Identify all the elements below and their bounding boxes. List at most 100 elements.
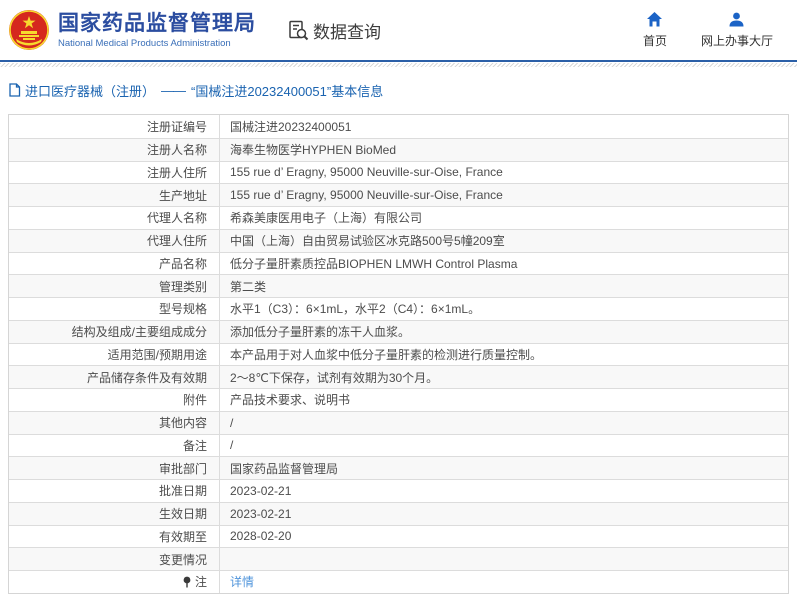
breadcrumb-title: “国械注进20232400051”基本信息 bbox=[191, 83, 384, 99]
row-label-text: 型号规格 bbox=[158, 302, 207, 317]
document-icon bbox=[9, 83, 21, 97]
row-label-text: 注册证编号 bbox=[146, 119, 207, 134]
row-label-text: 审批部门 bbox=[158, 461, 207, 476]
note-icon bbox=[182, 576, 192, 588]
row-label-text: 批准日期 bbox=[158, 484, 207, 499]
hatch-band bbox=[0, 63, 797, 67]
row-value: 2023-02-21 bbox=[219, 480, 788, 502]
row-value: 希森美康医用电子（上海）有限公司 bbox=[219, 207, 788, 229]
table-row: 备注 / bbox=[9, 433, 788, 457]
row-value: 低分子量肝素质控品BIOPHEN LMWH Control Plasma bbox=[219, 252, 788, 275]
table-row: 型号规格 水平1（C3）：6×1mL，水平2（C4）：6×1mL。 bbox=[9, 297, 788, 320]
row-label: 结构及组成/主要组成成分 bbox=[9, 321, 219, 343]
row-value: 第二类 bbox=[219, 275, 788, 297]
table-row: 代理人名称 希森美康医用电子（上海）有限公司 bbox=[9, 206, 788, 229]
row-label-text: 注册人名称 bbox=[146, 143, 207, 158]
row-label-text: 代理人住所 bbox=[146, 234, 207, 249]
row-value: / bbox=[219, 434, 788, 457]
row-label-text: 变更情况 bbox=[158, 552, 207, 567]
row-label-text: 适用范围/预期用途 bbox=[107, 347, 207, 362]
table-row: 代理人住所 中国（上海）自由贸易试验区冰克路500号5幢209室 bbox=[9, 228, 788, 252]
table-row: 产品名称 低分子量肝素质控品BIOPHEN LMWH Control Plasma bbox=[9, 251, 788, 275]
header-divider-line bbox=[0, 60, 797, 62]
breadcrumb-dash: —— bbox=[161, 82, 186, 98]
row-label-text: 产品储存条件及有效期 bbox=[86, 370, 207, 385]
details-link[interactable]: 详情 bbox=[230, 573, 254, 590]
table-row: 适用范围/预期用途 本产品用于对人血浆中低分子量肝素的检测进行质量控制。 bbox=[9, 342, 788, 366]
nav-service-hall-label: 网上办事大厅 bbox=[700, 34, 773, 48]
table-row: 结构及组成/主要组成成分 添加低分子量肝素的冻干人血浆。 bbox=[9, 319, 788, 343]
row-label: 管理类别 bbox=[9, 275, 219, 297]
row-value: 添加低分子量肝素的冻干人血浆。 bbox=[219, 320, 788, 343]
table-row: 其他内容 / bbox=[9, 410, 788, 434]
row-label: 生产地址 bbox=[9, 184, 219, 206]
row-value: 本产品用于对人血浆中低分子量肝素的检测进行质量控制。 bbox=[219, 343, 788, 366]
table-row: 注册人住所 155 rue d’ Eragny, 95000 Neuville-s… bbox=[9, 160, 788, 184]
table-row: 注册证编号 国械注进20232400051 bbox=[9, 115, 788, 138]
row-label-text: 注 bbox=[194, 575, 207, 590]
row-label: 批准日期 bbox=[9, 480, 219, 502]
table-row: 附件 产品技术要求、说明书 bbox=[9, 388, 788, 411]
row-label: 型号规格 bbox=[9, 298, 219, 320]
row-label: 审批部门 bbox=[9, 457, 219, 479]
row-value bbox=[219, 548, 788, 570]
row-value: 155 rue d’ Eragny, 95000 Neuville-sur-Oi… bbox=[219, 184, 788, 206]
row-label-text: 产品名称 bbox=[158, 256, 207, 271]
org-name-en: National Medical Products Administration bbox=[58, 37, 231, 49]
row-label: 注 bbox=[9, 571, 219, 593]
nav-service-hall[interactable]: 网上办事大厅 bbox=[701, 11, 773, 49]
table-row: 有效期至 2028-02-20 bbox=[9, 524, 788, 548]
breadcrumb-category[interactable]: 进口医疗器械（注册） bbox=[25, 81, 155, 100]
row-value: 水平1（C3）：6×1mL，水平2（C4）：6×1mL。 bbox=[219, 298, 788, 320]
row-value: 详情 bbox=[219, 571, 788, 593]
row-label: 产品名称 bbox=[9, 253, 219, 275]
table-row: 批准日期 2023-02-21 bbox=[9, 479, 788, 502]
breadcrumb: 进口医疗器械（注册） —— “国械注进20232400051”基本信息 bbox=[8, 81, 789, 99]
row-value: 155 rue d’ Eragny, 95000 Neuville-sur-Oi… bbox=[219, 161, 788, 184]
row-label: 其他内容 bbox=[9, 412, 219, 434]
page: 国家药品监督管理局 National Medical Products Admi… bbox=[0, 0, 797, 599]
org-name-cn: 国家药品监督管理局 bbox=[58, 11, 256, 35]
row-label-text: 备注 bbox=[182, 438, 207, 453]
row-label-text: 生效日期 bbox=[158, 507, 207, 522]
row-label: 备注 bbox=[9, 435, 219, 457]
table-row: 变更情况 bbox=[9, 547, 788, 570]
table-row: 产品储存条件及有效期 2～8℃下保存，试剂有效期为30个月。 bbox=[9, 365, 788, 388]
row-value: / bbox=[219, 411, 788, 434]
table-row: 审批部门 国家药品监督管理局 bbox=[9, 456, 788, 479]
row-label-text: 有效期至 bbox=[158, 529, 207, 544]
data-query-section[interactable]: 数据查询 bbox=[288, 18, 381, 43]
row-label: 附件 bbox=[9, 389, 219, 411]
row-label: 注册证编号 bbox=[9, 115, 219, 138]
site-header: 国家药品监督管理局 National Medical Products Admi… bbox=[0, 0, 797, 60]
data-query-label: 数据查询 bbox=[313, 22, 381, 42]
row-value: 国家药品监督管理局 bbox=[219, 457, 788, 479]
row-label: 代理人住所 bbox=[9, 230, 219, 252]
row-label: 代理人名称 bbox=[9, 207, 219, 229]
table-row: 生产地址 155 rue d’ Eragny, 95000 Neuville-su… bbox=[9, 183, 788, 206]
row-value: 2～8℃下保存，试剂有效期为30个月。 bbox=[219, 366, 788, 388]
row-value: 中国（上海）自由贸易试验区冰克路500号5幢209室 bbox=[219, 229, 788, 252]
top-nav: 首页 网上办事大厅 bbox=[643, 11, 773, 49]
row-label-text: 生产地址 bbox=[158, 188, 207, 203]
row-label: 注册人住所 bbox=[9, 162, 219, 184]
row-label: 变更情况 bbox=[9, 548, 219, 570]
row-label: 有效期至 bbox=[9, 526, 219, 548]
row-label: 生效日期 bbox=[9, 503, 219, 525]
info-table: 注册证编号 国械注进20232400051 注册人名称 海奉生物医学HYPHEN Bi… bbox=[8, 114, 789, 594]
row-value: 2028-02-20 bbox=[219, 525, 788, 548]
national-emblem-logo bbox=[9, 10, 49, 50]
data-query-icon bbox=[289, 20, 309, 40]
row-value: 国械注进20232400051 bbox=[219, 115, 788, 138]
org-names: 国家药品监督管理局 National Medical Products Admi… bbox=[58, 12, 256, 49]
logo-block[interactable]: 国家药品监督管理局 National Medical Products Admi… bbox=[8, 9, 256, 51]
nav-home[interactable]: 首页 bbox=[643, 11, 667, 49]
row-label: 适用范围/预期用途 bbox=[9, 344, 219, 366]
row-value: 海奉生物医学HYPHEN BioMed bbox=[219, 138, 788, 161]
table-row: 管理类别 第二类 bbox=[9, 274, 788, 297]
home-icon bbox=[647, 12, 663, 27]
table-row: 注 详情 bbox=[9, 570, 788, 593]
table-row: 生效日期 2023-02-21 bbox=[9, 501, 788, 525]
row-label: 注册人名称 bbox=[9, 139, 219, 161]
row-label: 产品储存条件及有效期 bbox=[9, 366, 219, 388]
